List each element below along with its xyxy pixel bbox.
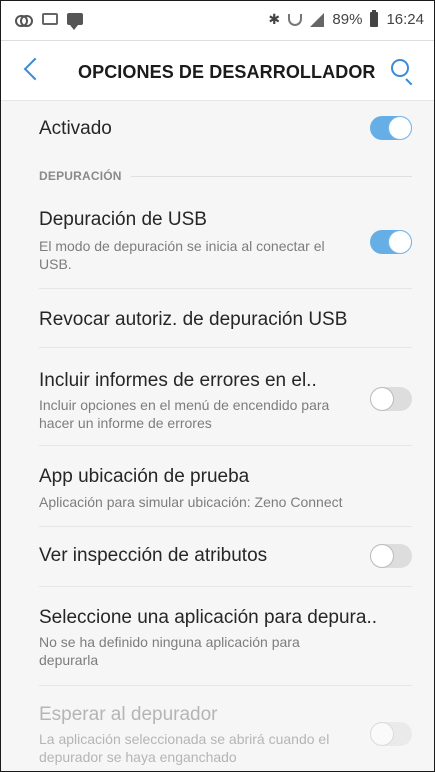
toggle-knob — [389, 231, 411, 253]
item-subtitle: No se ha definido ninguna aplicación par… — [39, 634, 300, 668]
status-bar: 89% 16:24 — [1, 1, 434, 41]
list-item-attribute-inspection[interactable]: Ver inspección de atributos — [1, 527, 434, 585]
back-arrow-icon[interactable] — [23, 57, 47, 81]
status-right: 89% 16:24 — [268, 10, 424, 28]
bluetooth-icon — [268, 11, 280, 28]
wifi-icon — [288, 13, 303, 26]
item-label: Esperar al depurador — [39, 704, 218, 725]
list-item-mock-location[interactable]: App ubicación de prueba Aplicación para … — [1, 446, 434, 526]
bug-reports-switch[interactable] — [370, 387, 412, 411]
list-item-bug-reports[interactable]: Incluir informes de errores en el.. Incl… — [1, 348, 434, 445]
link-icon — [15, 14, 33, 27]
image-icon — [42, 13, 58, 25]
screen: 89% 16:24 OPCIONES DE DESARROLLADOR Acti… — [0, 0, 435, 772]
wait-debugger-switch — [370, 722, 412, 746]
main-toggle-row[interactable]: Activado — [1, 101, 434, 157]
signal-icon — [310, 12, 325, 27]
item-label: Revocar autoriz. de depuración USB — [39, 309, 348, 330]
battery-percentage: 89% — [332, 11, 363, 28]
item-label: Ver inspección de atributos — [39, 545, 268, 566]
item-subtitle: El modo de depuración se inicia al conec… — [39, 238, 325, 272]
list-item-revoke-usb[interactable]: Revocar autoriz. de depuración USB — [1, 289, 434, 347]
main-toggle-switch[interactable] — [370, 116, 412, 140]
main-toggle-label: Activado — [39, 118, 112, 139]
battery-icon — [370, 10, 379, 27]
list-item-debug-app[interactable]: Seleccione una aplicación para depura.. … — [1, 587, 434, 685]
status-left-icons — [15, 13, 83, 30]
attribute-inspection-switch[interactable] — [370, 544, 412, 568]
item-label: Seleccione una aplicación para depura.. — [39, 607, 378, 628]
clock: 16:24 — [386, 11, 424, 28]
item-subtitle: Aplicación para simular ubicación: Zeno … — [39, 494, 343, 510]
chat-icon — [67, 13, 83, 30]
toggle-knob — [389, 117, 411, 139]
item-subtitle: La aplicación seleccionada se abrirá cua… — [39, 731, 330, 765]
item-subtitle: Incluir opciones en el menú de encendido… — [39, 397, 330, 431]
section-divider — [131, 176, 412, 177]
settings-list: Activado DEPURACIÓN Depuración de USB El… — [1, 101, 434, 771]
usb-debugging-switch[interactable] — [370, 230, 412, 254]
toggle-knob — [371, 545, 393, 567]
search-icon[interactable] — [391, 59, 409, 77]
list-item-wait-debugger: Esperar al depurador La aplicación selec… — [1, 686, 434, 771]
item-label: App ubicación de prueba — [39, 466, 250, 487]
section-title: DEPURACIÓN — [39, 169, 122, 183]
item-label: Depuración de USB — [39, 209, 207, 230]
list-item-usb-debugging[interactable]: Depuración de USB El modo de depuración … — [1, 201, 434, 287]
item-label: Incluir informes de errores en el.. — [39, 370, 317, 391]
app-bar: OPCIONES DE DESARROLLADOR — [1, 41, 434, 101]
page-title: OPCIONES DE DESARROLLADOR — [78, 62, 376, 82]
toggle-knob — [371, 723, 393, 745]
toggle-knob — [371, 388, 393, 410]
